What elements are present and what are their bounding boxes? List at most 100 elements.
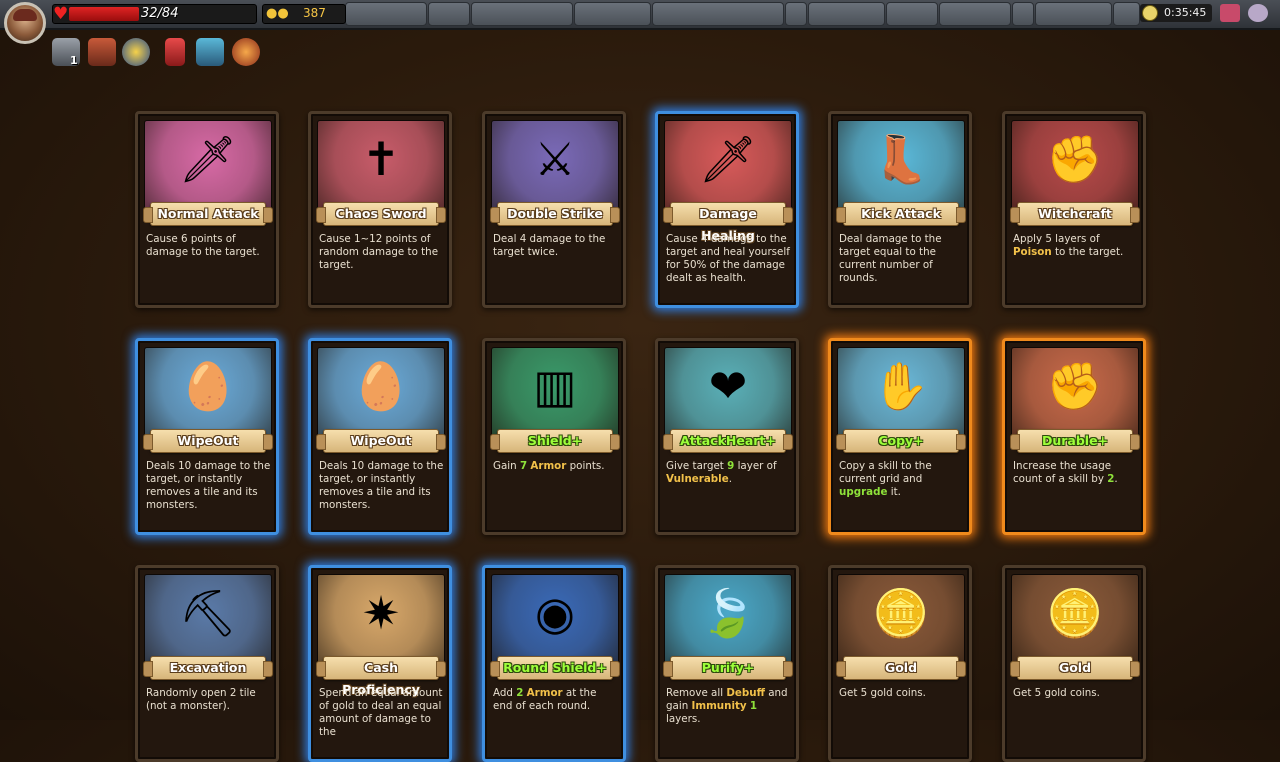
heart-icon: ♥ bbox=[53, 4, 69, 24]
card-art: 🥚 bbox=[144, 347, 272, 441]
card-art: ⛏ bbox=[144, 574, 272, 668]
gold-burst-icon: ✷ bbox=[361, 586, 401, 640]
skill-card[interactable]: ◉ Round Shield+ Add 2 Armor at the end of … bbox=[482, 565, 626, 762]
stone-block bbox=[886, 2, 938, 26]
card-description: Randomly open 2 tile (not a monster). bbox=[146, 687, 272, 713]
bleeding-heart-icon: ❤ bbox=[708, 359, 748, 413]
skill-card[interactable]: ✷ Cash Proficiency Spend an equal amount o… bbox=[308, 565, 452, 762]
description-segment: Cause 6 points of damage to the target. bbox=[146, 233, 260, 258]
card-art: ▥ bbox=[491, 347, 619, 441]
potion-icon[interactable] bbox=[165, 38, 185, 66]
card-title: Double Strike bbox=[490, 202, 620, 226]
skill-card[interactable]: ⛏ Excavation Randomly open 2 tile (not a m… bbox=[135, 565, 279, 762]
card-title: Round Shield+ bbox=[490, 656, 620, 680]
gold-coin-icon: 🪙 bbox=[872, 586, 930, 640]
avatar-icon[interactable] bbox=[4, 2, 46, 44]
card-title: WipeOut bbox=[316, 429, 446, 453]
card-art: 🗡 bbox=[144, 120, 272, 214]
card-art: ❤ bbox=[664, 347, 792, 441]
card-description: Apply 5 layers of Poison to the target. bbox=[1013, 233, 1139, 259]
skill-card[interactable]: ✋ Copy+ Copy a skill to the current grid a… bbox=[828, 338, 972, 535]
card-description: Get 5 gold coins. bbox=[1013, 687, 1139, 700]
round-shield-icon: ◉ bbox=[534, 586, 576, 640]
frost-rune-icon[interactable] bbox=[196, 38, 224, 66]
skill-card[interactable]: 🥚 WipeOut Deals 10 damage to the target, o… bbox=[135, 338, 279, 535]
skill-card[interactable]: ❤ AttackHeart+ Give target 9 layer of Vuln… bbox=[655, 338, 799, 535]
card-description: Cause 4 damage to the target and heal yo… bbox=[666, 233, 792, 285]
skill-card[interactable]: 🗡 Damage Healing Cause 4 damage to the tar… bbox=[655, 111, 799, 308]
stone-block bbox=[1113, 2, 1140, 26]
description-segment: to the target. bbox=[1051, 246, 1124, 258]
card-title: Kick Attack bbox=[836, 202, 966, 226]
treasure-crate-icon[interactable] bbox=[88, 38, 116, 66]
card-description: Remove all Debuff and gain Immunity 1 la… bbox=[666, 687, 792, 726]
settings-gear-icon[interactable] bbox=[1248, 4, 1268, 22]
card-art: 🍃 bbox=[664, 574, 792, 668]
description-segment: Deal damage to the target equal to the c… bbox=[839, 233, 942, 284]
skill-card[interactable]: 👢 Kick Attack Deal damage to the target eq… bbox=[828, 111, 972, 308]
description-segment: Armor bbox=[526, 687, 563, 699]
shovel-icon: ⛏ bbox=[178, 586, 238, 640]
skill-card[interactable]: ✊ Witchcraft Apply 5 layers of Poison to t… bbox=[1002, 111, 1146, 308]
description-segment: Increase the usage count of a skill by bbox=[1013, 460, 1112, 485]
stone-block bbox=[345, 2, 427, 26]
card-title: Copy+ bbox=[836, 429, 966, 453]
crossed-swords-icon: ⚔ bbox=[534, 132, 576, 186]
card-art: 🗡 bbox=[664, 120, 792, 214]
description-segment: Poison bbox=[1013, 246, 1052, 258]
stone-block bbox=[652, 2, 784, 26]
skill-card[interactable]: ✊ Durable+ Increase the usage count of a s… bbox=[1002, 338, 1146, 535]
skill-card[interactable]: ✝ Chaos Sword Cause 1~12 points of random … bbox=[308, 111, 452, 308]
description-segment: it. bbox=[887, 486, 901, 498]
stone-block bbox=[785, 2, 807, 26]
card-title: Damage Healing bbox=[663, 202, 793, 243]
fist-icon: ✊ bbox=[1046, 359, 1104, 413]
description-segment: Get 5 gold coins. bbox=[839, 687, 926, 699]
description-segment: Armor bbox=[530, 460, 567, 472]
description-segment: Remove all bbox=[666, 687, 727, 699]
card-description: Spend an equal amount of gold to deal an… bbox=[319, 687, 445, 739]
health-text: 32/84 bbox=[141, 6, 179, 21]
map-icon[interactable] bbox=[1220, 4, 1240, 22]
stone-block bbox=[808, 2, 885, 26]
bloody-sword-icon: 🗡 bbox=[698, 132, 758, 186]
relic-stack-count: 1 bbox=[70, 54, 78, 67]
card-description: Deals 10 damage to the target, or instan… bbox=[319, 460, 445, 512]
card-art: ✝ bbox=[317, 120, 445, 214]
card-description: Cause 1~12 points of random damage to th… bbox=[319, 233, 445, 272]
description-segment: Debuff bbox=[726, 687, 765, 699]
skill-card[interactable]: ⚔ Double Strike Deal 4 damage to the targe… bbox=[482, 111, 626, 308]
card-title: Gold bbox=[836, 656, 966, 680]
stone-block bbox=[1012, 2, 1034, 26]
card-title: Gold bbox=[1010, 656, 1140, 680]
timer-text: 0:35:45 bbox=[1164, 6, 1207, 19]
card-description: Deal damage to the target equal to the c… bbox=[839, 233, 965, 285]
card-title: Normal Attack bbox=[143, 202, 273, 226]
stone-block bbox=[1035, 2, 1112, 26]
card-description: Get 5 gold coins. bbox=[839, 687, 965, 700]
sun-amulet-icon[interactable] bbox=[122, 38, 150, 66]
cross-sword-icon: ✝ bbox=[361, 132, 401, 186]
skill-card[interactable]: 🪙 Gold Get 5 gold coins. bbox=[828, 565, 972, 762]
description-segment: Cause 1~12 points of random damage to th… bbox=[319, 233, 439, 271]
skill-card[interactable]: 🗡 Normal Attack Cause 6 points of damage t… bbox=[135, 111, 279, 308]
fire-compass-icon[interactable] bbox=[232, 38, 260, 66]
description-segment: layers. bbox=[666, 713, 701, 725]
sword-icon: 🗡 bbox=[178, 132, 238, 186]
description-segment: Get 5 gold coins. bbox=[1013, 687, 1100, 699]
skill-card[interactable]: ▥ Shield+ Gain 7 Armor points. bbox=[482, 338, 626, 535]
skill-card[interactable]: 🥚 WipeOut Deals 10 damage to the target, o… bbox=[308, 338, 452, 535]
description-segment: upgrade bbox=[839, 486, 888, 498]
skill-card[interactable]: 🍃 Purify+ Remove all Debuff and gain Immun… bbox=[655, 565, 799, 762]
card-description: Deal 4 damage to the target twice. bbox=[493, 233, 619, 259]
description-segment: Cause 4 damage to the target and heal yo… bbox=[666, 233, 790, 284]
description-segment: Deals 10 damage to the target, or instan… bbox=[319, 460, 444, 511]
stone-block bbox=[428, 2, 470, 26]
card-art: ✊ bbox=[1011, 120, 1139, 214]
clock-icon bbox=[1142, 5, 1158, 21]
skill-card[interactable]: 🪙 Gold Get 5 gold coins. bbox=[1002, 565, 1146, 762]
green-shield-icon: ▥ bbox=[533, 359, 577, 413]
stone-block bbox=[574, 2, 651, 26]
card-description: Cause 6 points of damage to the target. bbox=[146, 233, 272, 259]
description-segment: Spend an equal amount of gold to deal an… bbox=[319, 687, 443, 738]
